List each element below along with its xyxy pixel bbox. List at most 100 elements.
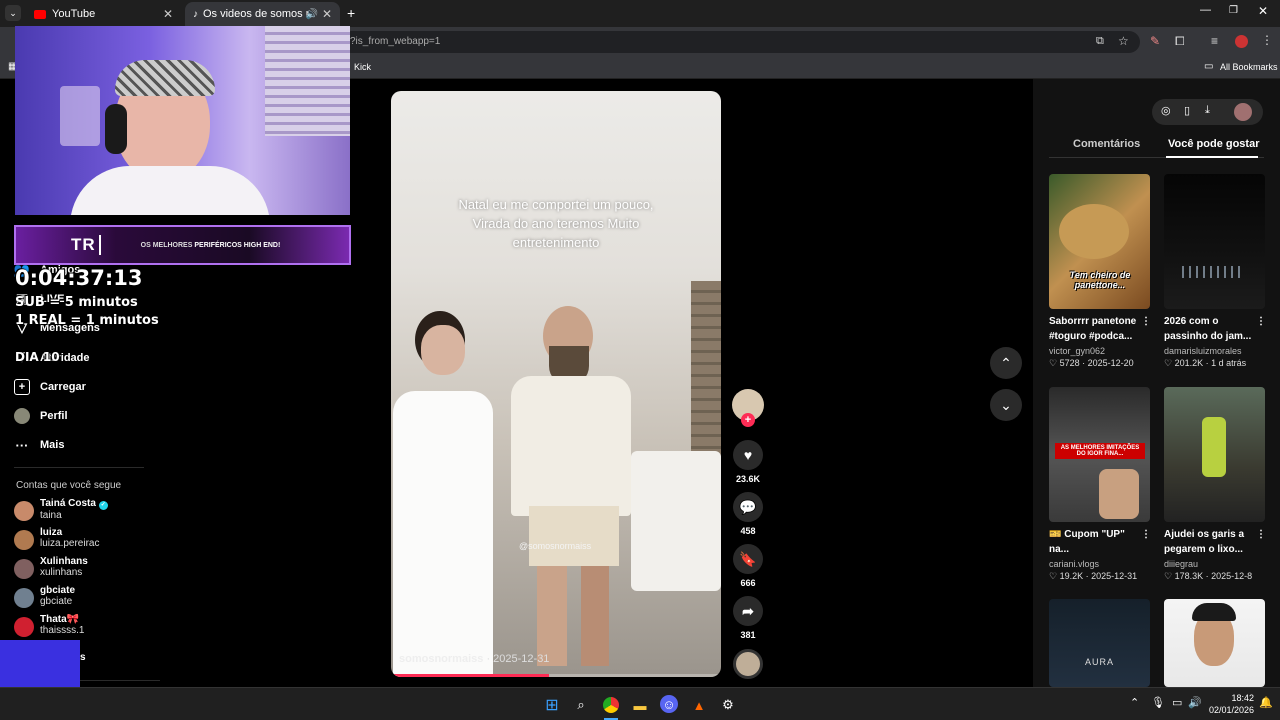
see-more-link[interactable]: s [80, 652, 86, 663]
bookmark-icon: 🔖 [733, 544, 763, 574]
suggested-video-card[interactable]: Ajudei os garis a ⋮ pegarem o lixo... diii… [1164, 387, 1266, 582]
suggested-video-card[interactable]: AS MELHORES IMITAÇÕES DO IGOR FINA... 🎫 … [1049, 387, 1151, 582]
card-date: 2025-12-8 [1211, 571, 1253, 581]
install-icon[interactable]: ⧉ [1096, 35, 1104, 48]
card-likes: 178.3K [1174, 571, 1204, 581]
following-account[interactable]: Thata🎀 thaissss.1 [14, 614, 84, 637]
url-text: ?is_from_webapp=1 [350, 36, 441, 47]
author-name: somosnormaiss [399, 653, 484, 665]
following-account[interactable]: Tainá Costa ✓ taina [14, 498, 108, 521]
share-count: 381 [740, 630, 756, 640]
speaker-icon[interactable]: 🔊 [306, 9, 318, 20]
url-field[interactable]: ?is_from_webapp=1 [340, 31, 1140, 53]
volume-icon[interactable]: 🔊 [1188, 696, 1202, 709]
chrome-icon[interactable] [601, 695, 621, 715]
heart-icon: ♡ [1164, 358, 1173, 368]
avatar [14, 530, 34, 550]
file-explorer-icon[interactable]: ▬ [630, 695, 650, 715]
video-author[interactable]: somosnormaiss · 2025-12-31 [399, 653, 549, 665]
tab-search-button[interactable]: ⌄ [5, 5, 21, 21]
nav-label: Perfil [40, 410, 68, 422]
extension-icon[interactable]: ✎ [1150, 34, 1160, 48]
tab-youtube[interactable]: YouTube ✕ [26, 2, 181, 26]
creator-avatar[interactable]: + [730, 389, 766, 427]
suggested-video-card[interactable]: 2026 com o ⋮ passinho do jam... damarislui… [1164, 174, 1266, 369]
restore-button[interactable]: ❐ [1229, 5, 1238, 16]
heart-icon: ♥ [733, 440, 763, 470]
video-caption-line: Natal eu me comportei um pouco, [458, 197, 654, 212]
media-icon[interactable]: ≡ [1211, 34, 1218, 48]
tab-suggested[interactable]: Você pode gostar [1168, 138, 1259, 150]
suggested-video-card[interactable] [1164, 599, 1266, 687]
heart-icon: ♡ [1049, 358, 1058, 368]
search-icon[interactable]: ⌕ [571, 695, 591, 715]
compass-icon[interactable]: ◎ [1161, 104, 1171, 117]
suggested-video-card[interactable]: Tem cheiro de panettone... Saborrrr pane… [1049, 174, 1151, 369]
minimize-button[interactable]: — [1200, 4, 1211, 16]
app-icon[interactable]: ▲ [689, 695, 709, 715]
window-close-button[interactable]: ✕ [1258, 4, 1268, 18]
network-icon[interactable]: ▭ [1172, 696, 1182, 709]
sponsor-banner: TR OS MELHORES PERIFÉRICOS HIGH END! [14, 225, 351, 265]
follow-plus-icon[interactable]: + [741, 413, 755, 427]
close-icon[interactable]: ✕ [322, 7, 332, 21]
menu-icon[interactable]: ⋮ [1261, 33, 1273, 47]
following-account[interactable]: gbciate gbciate [14, 585, 75, 608]
star-icon[interactable]: ☆ [1118, 34, 1129, 48]
user-avatar[interactable] [1234, 103, 1252, 121]
save-button[interactable]: 🔖 666 [730, 544, 766, 588]
sidebar-item-more[interactable]: ··· Mais [14, 437, 65, 453]
card-likes: 19.2K [1059, 571, 1084, 581]
account-handle: taina [40, 510, 62, 521]
windows-start-icon[interactable]: ⊞ [542, 695, 562, 715]
next-video-button[interactable]: ⌄ [990, 389, 1022, 421]
all-bookmarks[interactable]: All Bookmarks [1220, 62, 1278, 72]
mobile-icon[interactable]: ▯ [1184, 104, 1190, 117]
card-menu-icon[interactable]: ⋮ [1141, 527, 1151, 542]
clock[interactable]: 18:42 02/01/2026 [1206, 692, 1254, 716]
new-tab-button[interactable]: + [347, 5, 355, 21]
nav-label: Mais [40, 439, 65, 451]
close-icon[interactable]: ✕ [163, 7, 173, 21]
card-title: pegarem o lixo... [1164, 544, 1243, 555]
tray-chevron-icon[interactable]: ⌃ [1130, 696, 1139, 709]
tab-comments[interactable]: Comentários [1073, 138, 1140, 150]
tab-tiktok[interactable]: ♪ Os videos de somos norma 🔊 ✕ [185, 2, 340, 26]
divider [14, 467, 144, 468]
tab-active-indicator [1166, 156, 1258, 158]
following-account[interactable]: Xulinhans xulinhans [14, 556, 88, 579]
sidebar-item-profile[interactable]: Perfil [14, 408, 68, 424]
sidebar-item-upload[interactable]: + Carregar [14, 379, 86, 395]
card-menu-icon[interactable]: ⋮ [1256, 314, 1266, 329]
card-user: damarisluizmorales [1164, 346, 1242, 356]
streamer-shirt [70, 166, 270, 215]
discord-icon[interactable]: ☺ [660, 695, 678, 713]
microphone-icon[interactable]: 🎙 [1151, 696, 1165, 709]
bookmark-kick[interactable]: Kick [354, 62, 371, 72]
profile-avatar[interactable] [1235, 35, 1248, 48]
progress-fill [391, 674, 550, 677]
notification-icon[interactable]: 🔔 [1259, 696, 1273, 709]
verified-icon: ✓ [98, 501, 108, 510]
webcam-overlay [15, 26, 350, 215]
card-menu-icon[interactable]: ⋮ [1256, 527, 1266, 542]
previous-video-button[interactable]: ⌃ [990, 347, 1022, 379]
puzzle-icon[interactable]: ⧠ [1175, 34, 1185, 49]
card-user: victor_gyn062 [1049, 346, 1106, 356]
settings-icon[interactable]: ⚙ [718, 695, 738, 715]
video-player[interactable]: Natal eu me comportei um pouco, Virada d… [391, 91, 721, 677]
taskbar: ⊞ ⌕ ▬ ☺ ▲ ⚙ ⌃ 🎙 ▭ 🔊 18:42 02/01/2026 🔔 [0, 687, 1280, 720]
download-icon[interactable]: ⤓ [1205, 104, 1210, 117]
share-button[interactable]: ➦ 381 [730, 596, 766, 640]
following-account[interactable]: luiza luiza.pereirac [14, 527, 99, 550]
like-button[interactable]: ♥ 23.6K [730, 440, 766, 484]
tab-title: Os videos de somos norma [203, 8, 308, 20]
progress-track[interactable] [391, 674, 721, 677]
comment-button[interactable]: 💬 458 [730, 492, 766, 536]
card-menu-icon[interactable]: ⋮ [1141, 314, 1151, 329]
video-caption-line: entretenimento [512, 235, 600, 250]
suggested-video-card[interactable]: AURA [1049, 599, 1151, 687]
video-thumbnail [1164, 599, 1265, 687]
music-disc[interactable] [730, 649, 766, 679]
card-title: Saborrrr panetone [1049, 316, 1137, 327]
